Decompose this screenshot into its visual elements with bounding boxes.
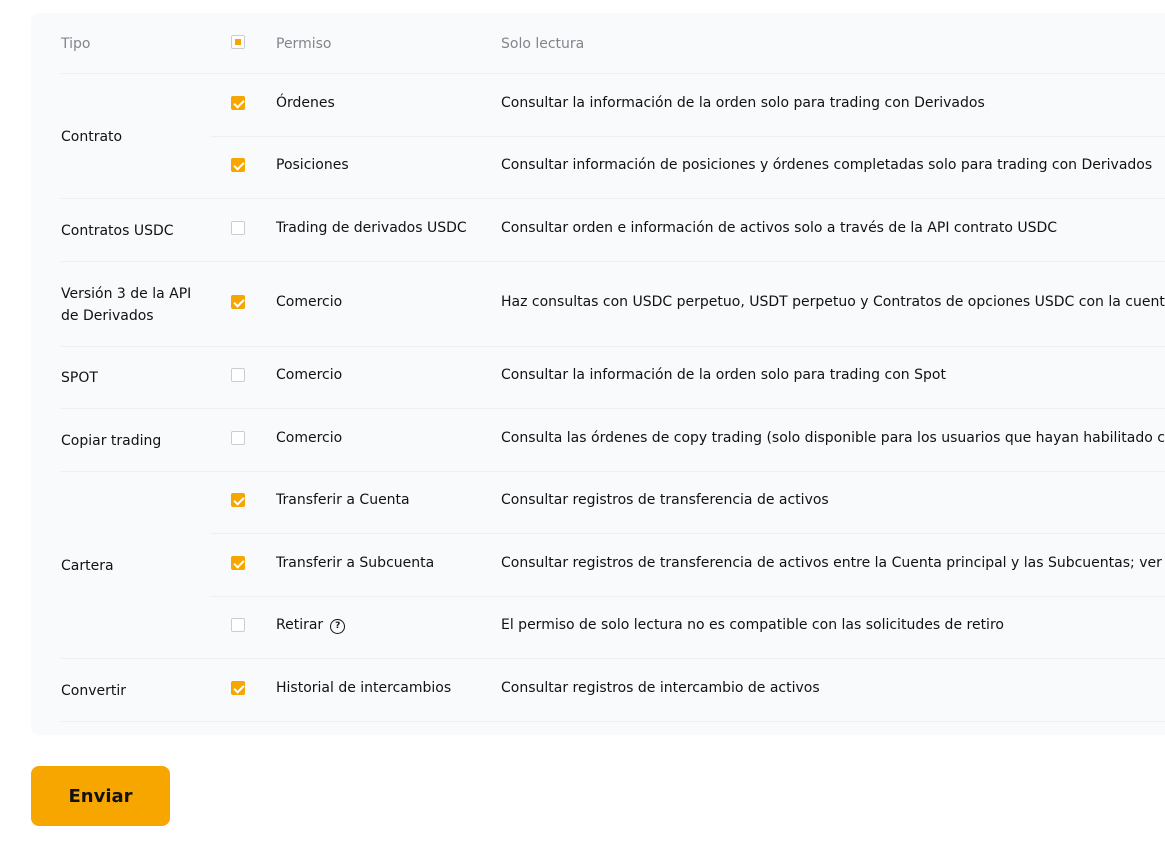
permission-checkbox[interactable] — [231, 430, 245, 445]
permission-label: Transferir a Subcuenta — [276, 554, 435, 571]
read-only-description: Haz consultas con USDC perpetuo, USDT pe… — [501, 293, 1165, 310]
permission-label: Trading de derivados USDC — [276, 219, 467, 236]
permission-label: Comercio — [276, 429, 343, 446]
permission-name: Comercio — [276, 291, 342, 313]
permission-label: Retirar — [276, 617, 324, 633]
read-only-description: Consultar registros de intercambio de ac… — [501, 679, 820, 696]
read-only-description: Consultar registros de transferencia de … — [501, 554, 1165, 571]
permission-label: Comercio — [276, 367, 343, 383]
permission-label: Posiciones — [276, 157, 349, 173]
header-read-only: Solo lectura — [501, 36, 585, 52]
permission-checkbox[interactable] — [231, 220, 245, 235]
header-type: Tipo — [61, 36, 91, 52]
read-only-description: Consultar orden e información de activos… — [501, 219, 1058, 236]
permission-checkbox[interactable] — [231, 368, 245, 382]
row-divider — [211, 533, 1165, 534]
row-divider — [211, 136, 1165, 137]
row-divider — [61, 658, 1165, 659]
row-divider — [61, 198, 1165, 199]
permission-label: Transferir a Cuenta — [276, 492, 410, 508]
header-permission: Permiso — [276, 36, 332, 52]
read-only-description: Consultar la información de la orden sol… — [501, 94, 985, 111]
permissions-table: Tipo Permiso Solo lectura Contrato Órdene… — [31, 13, 1165, 735]
row-type-label: SPOT — [61, 370, 98, 386]
row-type-label: Contratos USDC — [61, 222, 174, 239]
permission-name: Transferir a Subcuenta — [276, 552, 434, 574]
permission-label: Comercio — [276, 293, 343, 310]
permission-name: Comercio — [276, 427, 342, 449]
permission-checkbox[interactable] — [231, 555, 245, 570]
row-divider — [61, 408, 1165, 409]
permission-checkbox[interactable] — [231, 158, 245, 172]
permission-checkbox[interactable] — [231, 95, 245, 110]
permission-label: Órdenes — [276, 94, 335, 111]
permission-name: Retirar? — [276, 614, 346, 636]
row-divider — [61, 721, 1165, 722]
row-divider — [61, 471, 1165, 472]
row-divider — [61, 261, 1165, 262]
row-divider — [61, 346, 1165, 347]
permission-label: Historial de intercambios — [276, 679, 452, 696]
row-type-label: Contrato — [61, 128, 123, 145]
question-circle-icon[interactable]: ? — [330, 619, 346, 634]
permission-checkbox[interactable] — [231, 493, 245, 507]
permission-name: Comercio — [276, 364, 342, 386]
permission-name: Órdenes — [276, 92, 335, 114]
read-only-description: Consultar registros de transferencia de … — [501, 492, 829, 508]
read-only-description: Consultar la información de la orden sol… — [501, 367, 946, 383]
permission-checkbox[interactable] — [231, 294, 245, 309]
row-type-label: Versión 3 de la API de Derivados — [61, 285, 192, 324]
permission-checkbox[interactable] — [231, 680, 245, 695]
row-divider — [211, 596, 1165, 597]
submit-button[interactable]: Enviar — [31, 766, 170, 826]
permission-name: Trading de derivados USDC — [276, 217, 467, 239]
read-only-description: Consultar información de posiciones y ór… — [501, 157, 1153, 173]
row-type-label: Convertir — [61, 682, 127, 699]
read-only-description: Consulta las órdenes de copy trading (so… — [501, 429, 1165, 446]
header-divider — [61, 73, 1165, 74]
table-header: Tipo Permiso Solo lectura — [31, 13, 1165, 74]
row-type-label: Copiar trading — [61, 432, 162, 449]
permission-name: Transferir a Cuenta — [276, 489, 410, 511]
permission-name: Posiciones — [276, 154, 349, 176]
row-type-label: Cartera — [61, 557, 114, 574]
permission-name: Historial de intercambios — [276, 677, 451, 699]
read-only-description: El permiso de solo lectura no es compati… — [501, 617, 1004, 633]
select-all-checkbox[interactable] — [231, 35, 245, 49]
permission-checkbox[interactable] — [231, 618, 245, 632]
